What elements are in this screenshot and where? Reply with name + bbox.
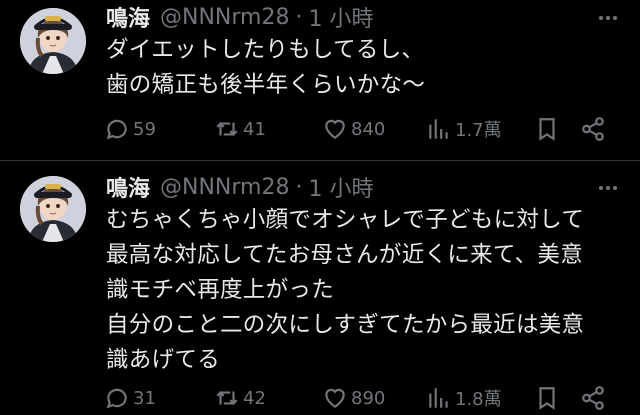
share-icon — [582, 386, 604, 410]
share-button[interactable] — [580, 116, 606, 142]
like-button[interactable]: 840 — [322, 113, 385, 145]
like-count: 840 — [351, 118, 386, 140]
views-chart-icon — [429, 119, 448, 139]
display-name[interactable]: 鳴海 — [106, 171, 150, 203]
retweet-icon — [216, 391, 238, 405]
user-handle[interactable]: @NNNrm28 — [160, 5, 289, 30]
reply-icon — [106, 388, 127, 409]
heart-icon — [325, 119, 345, 139]
retweet-icon — [216, 122, 238, 136]
views-chart-icon — [429, 388, 448, 408]
more-horizontal-icon — [599, 186, 617, 190]
views-button[interactable]: 1.7萬 — [426, 113, 502, 145]
bookmark-button[interactable] — [534, 116, 560, 142]
separator: · — [295, 174, 303, 200]
tweet-actions: 59 41 840 1.7萬 — [104, 113, 624, 145]
tweet-text: ダイエットしたりもしてるし、 歯の矯正も後半年くらいかな〜 — [106, 37, 426, 98]
retweet-button[interactable]: 41 — [214, 113, 266, 145]
tweet-header: 鳴海 @NNNrm28 · 1 小時 — [106, 0, 373, 34]
views-count: 1.7萬 — [455, 120, 502, 141]
share-icon — [582, 117, 604, 141]
retweet-count: 41 — [243, 118, 266, 140]
bookmark-icon — [539, 118, 555, 141]
reply-button[interactable]: 31 — [104, 382, 156, 414]
avatar-image — [20, 8, 86, 74]
like-count: 890 — [351, 387, 386, 409]
separator: · — [295, 4, 303, 30]
tweet-text: むちゃくちゃ小顔でオシャレで子どもに対して 最高な対応してたお母さんが近くに来て… — [106, 207, 585, 373]
display-name[interactable]: 鳴海 — [106, 1, 150, 33]
avatar-image — [20, 176, 86, 242]
reply-icon — [106, 119, 127, 140]
more-options-button[interactable] — [596, 176, 620, 200]
tweet-header: 鳴海 @NNNrm28 · 1 小時 — [106, 170, 373, 204]
timestamp[interactable]: 1 小時 — [308, 171, 373, 203]
more-horizontal-icon — [599, 16, 617, 20]
share-button[interactable] — [580, 385, 606, 411]
like-button[interactable]: 890 — [322, 382, 385, 414]
user-handle[interactable]: @NNNrm28 — [160, 175, 289, 200]
tweet-1[interactable]: 鳴海 @NNNrm28 · 1 小時 ダイエットしたりもしてるし、 歯の矯正も後… — [0, 0, 640, 160]
reply-count: 59 — [133, 118, 156, 140]
more-options-button[interactable] — [596, 6, 620, 30]
bookmark-icon — [539, 387, 555, 410]
reply-count: 31 — [133, 387, 156, 409]
heart-icon — [325, 388, 345, 408]
tweet-actions: 31 42 890 1.8萬 — [104, 382, 624, 414]
avatar[interactable] — [20, 176, 86, 242]
tweet-divider — [0, 160, 640, 161]
reply-button[interactable]: 59 — [104, 113, 156, 145]
retweet-button[interactable]: 42 — [214, 382, 266, 414]
tweet-2[interactable]: 鳴海 @NNNrm28 · 1 小時 むちゃくちゃ小顔でオシャレで子どもに対して… — [0, 170, 640, 414]
views-count: 1.8萬 — [455, 389, 502, 410]
timestamp[interactable]: 1 小時 — [308, 1, 373, 33]
avatar[interactable] — [20, 8, 86, 74]
bookmark-button[interactable] — [534, 385, 560, 411]
retweet-count: 42 — [243, 387, 266, 409]
views-button[interactable]: 1.8萬 — [426, 382, 502, 414]
